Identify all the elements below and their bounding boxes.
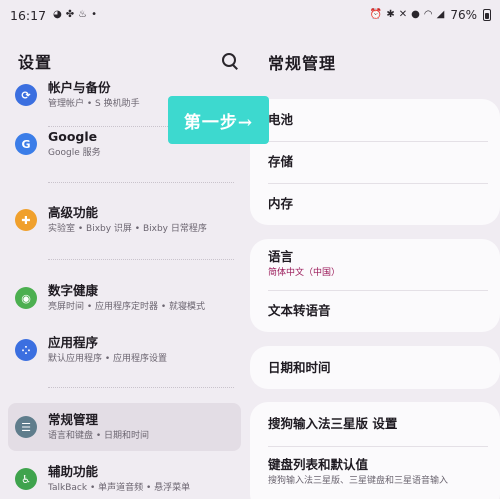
row-label: 内存 bbox=[268, 196, 294, 211]
row-label: 电池 bbox=[268, 112, 294, 127]
row-sub: 简体中文（中国） bbox=[268, 268, 341, 278]
status-bar: 16:17 ◕ ✤ ♨ • ⏰ ✱ ✕ ● ◠ ◢ 76% bbox=[0, 0, 500, 30]
apps-icon: ⁘ bbox=[15, 339, 37, 361]
nav-item-accessibility[interactable]: ♿ 辅助功能 TalkBack • 单声道音频 • 悬浮菜单 bbox=[8, 455, 241, 499]
detail-title: 常规管理 bbox=[268, 54, 337, 73]
row-label: 语言 bbox=[268, 249, 294, 264]
nav-item-apps[interactable]: ⁘ 应用程序 默认应用程序 • 应用程序设置 bbox=[8, 326, 241, 374]
nav-item-label: 应用程序 bbox=[48, 334, 99, 350]
battery-icon bbox=[483, 9, 491, 21]
accessibility-icon: ♿ bbox=[15, 468, 37, 490]
digital-wellbeing-icon: ◉ bbox=[15, 287, 37, 309]
nav-item-sub: 默认应用程序 • 应用程序设置 bbox=[48, 353, 168, 364]
nav-item-label: Google bbox=[48, 128, 98, 144]
paw-icon: ✤ bbox=[65, 9, 75, 20]
nav-item-label: 高级功能 bbox=[48, 204, 99, 220]
status-time: 16:17 bbox=[10, 7, 47, 23]
advanced-features-icon: ✚ bbox=[15, 209, 37, 231]
card-language: 语言 简体中文（中国） 文本转语音 bbox=[250, 239, 500, 332]
divider bbox=[48, 387, 234, 388]
row-sogou-settings[interactable]: 搜狗输入法三星版 设置 bbox=[250, 402, 500, 446]
nav-item-label: 数字健康 bbox=[48, 282, 99, 298]
nav-item-sub: Google 服务 bbox=[48, 147, 101, 158]
wifi-icon: ◠ bbox=[423, 9, 433, 20]
divider bbox=[48, 182, 234, 183]
sliders-icon: ☰ bbox=[15, 416, 37, 438]
search-icon[interactable] bbox=[220, 51, 240, 71]
location-icon: ● bbox=[411, 9, 420, 20]
status-bar-right: ⏰ ✱ ✕ ● ◠ ◢ 76% bbox=[370, 8, 491, 22]
row-date-time[interactable]: 日期和时间 bbox=[250, 346, 500, 389]
row-language[interactable]: 语言 简体中文（中国） bbox=[250, 239, 500, 290]
row-label: 日期和时间 bbox=[268, 359, 331, 375]
nav-item-label: 常规管理 bbox=[48, 411, 99, 427]
alarm-icon: ⏰ bbox=[369, 9, 383, 20]
signal-icon: ◢ bbox=[436, 9, 445, 20]
card-date-time: 日期和时间 bbox=[250, 346, 500, 389]
status-bar-left: 16:17 ◕ ✤ ♨ • bbox=[10, 8, 97, 23]
nav-item-sub: 亮屏时间 • 应用程序定时器 • 就寝模式 bbox=[48, 301, 206, 312]
nav-item-sub: 管理帐户 • S 换机助手 bbox=[48, 98, 140, 109]
general-management-pane: 常规管理 电池 存储 内存 语言 简体中文（中国） 文本转语音 日期和时间 搜狗… bbox=[250, 30, 500, 499]
nav-item-advanced-features[interactable]: ✚ 高级功能 实验室 • Bixby 识屏 • Bixby 日常程序 bbox=[8, 196, 241, 244]
nav-item-sub: 实验室 • Bixby 识屏 • Bixby 日常程序 bbox=[48, 223, 207, 234]
nav-item-label: 帐户与备份 bbox=[48, 79, 111, 95]
card-keyboard: 搜狗输入法三星版 设置 键盘列表和默认值 搜狗输入法三星版、三星键盘和三星语音输… bbox=[250, 402, 500, 499]
bluetooth-icon: ✱ bbox=[386, 9, 395, 20]
nav-item-general-management[interactable]: ☰ 常规管理 语言和键盘 • 日期和时间 bbox=[8, 403, 241, 451]
row-keyboard-list[interactable]: 键盘列表和默认值 搜狗输入法三星版、三星键盘和三星语音输入 bbox=[250, 446, 500, 498]
fire-icon: ♨ bbox=[78, 9, 88, 20]
card-device-care: 电池 存储 内存 bbox=[250, 99, 500, 225]
dot-icon: • bbox=[91, 9, 98, 20]
row-storage[interactable]: 存储 bbox=[250, 141, 500, 183]
qq-icon: ◕ bbox=[53, 9, 62, 20]
mute-icon: ✕ bbox=[398, 9, 408, 20]
settings-title: 设置 bbox=[18, 53, 53, 72]
divider bbox=[48, 259, 234, 260]
row-sub: 搜狗输入法三星版、三星键盘和三星语音输入 bbox=[268, 475, 449, 486]
nav-item-digital-wellbeing[interactable]: ◉ 数字健康 亮屏时间 • 应用程序定时器 • 就寝模式 bbox=[8, 274, 241, 322]
row-memory[interactable]: 内存 bbox=[250, 183, 500, 225]
nav-item-sub: 语言和键盘 • 日期和时间 bbox=[48, 430, 150, 441]
nav-item-label: 辅助功能 bbox=[48, 463, 99, 479]
step-one-annotation: 第一步→ bbox=[168, 96, 269, 144]
row-label: 存储 bbox=[268, 154, 294, 169]
row-label: 键盘列表和默认值 bbox=[268, 456, 369, 472]
row-text-to-speech[interactable]: 文本转语音 bbox=[250, 290, 500, 332]
row-label: 文本转语音 bbox=[268, 303, 331, 318]
row-label: 搜狗输入法三星版 设置 bbox=[268, 416, 398, 431]
battery-percent: 76% bbox=[450, 8, 477, 22]
sync-icon: ⟳ bbox=[15, 84, 37, 106]
settings-header: 设置 bbox=[18, 50, 240, 72]
row-battery[interactable]: 电池 bbox=[250, 99, 500, 141]
nav-item-sub: TalkBack • 单声道音频 • 悬浮菜单 bbox=[48, 482, 191, 493]
google-icon: G bbox=[15, 133, 37, 155]
